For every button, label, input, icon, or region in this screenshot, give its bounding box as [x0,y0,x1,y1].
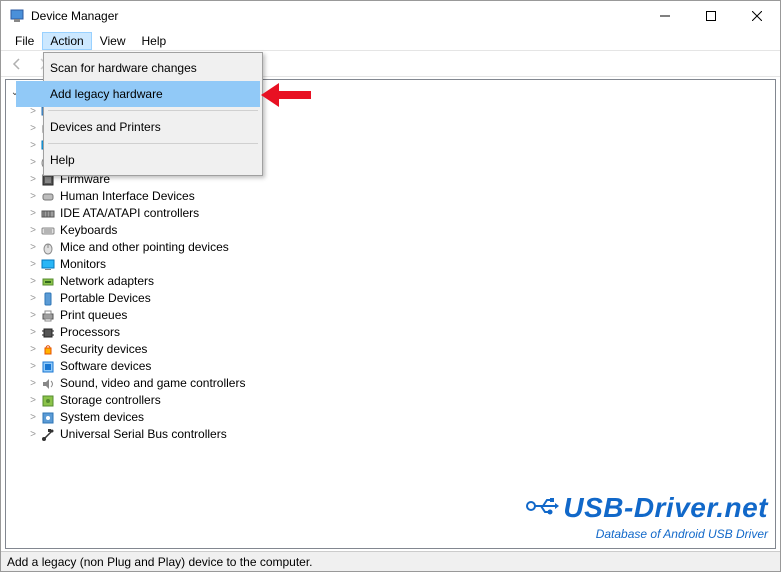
annotation-arrow [261,83,311,112]
menu-add-legacy-hardware[interactable]: Add legacy hardware [16,81,260,107]
caret-right-icon: > [28,239,38,256]
caret-right-icon: > [28,205,38,222]
tree-node-label: Storage controllers [60,392,161,409]
statusbar: Add a legacy (non Plug and Play) device … [1,551,780,571]
tree-node[interactable]: > Processors [10,324,771,341]
tree-node[interactable]: > Keyboards [10,222,771,239]
close-button[interactable] [734,1,780,31]
storage-icon [40,393,56,409]
tree-node-label: Universal Serial Bus controllers [60,426,227,443]
tree-node-label: Human Interface Devices [60,188,195,205]
tree-node[interactable]: > IDE ATA/ATAPI controllers [10,205,771,222]
tree-node-label: Processors [60,324,120,341]
printer-icon [40,308,56,324]
keyboard-icon [40,223,56,239]
titlebar: Device Manager [1,1,780,31]
caret-right-icon: > [28,256,38,273]
tree-node-label: Network adapters [60,273,154,290]
caret-right-icon: > [28,375,38,392]
caret-right-icon: > [28,341,38,358]
tree-node-label: System devices [60,409,144,426]
network-icon [40,274,56,290]
tree-node[interactable]: > Print queues [10,307,771,324]
tree-node-label: Keyboards [60,222,117,239]
monitor-icon [40,257,56,273]
tree-node[interactable]: > System devices [10,409,771,426]
caret-right-icon: > [28,409,38,426]
tree-node[interactable]: > Monitors [10,256,771,273]
caret-right-icon: > [28,222,38,239]
tree-node-label: Security devices [60,341,147,358]
caret-right-icon: > [28,426,38,443]
caret-right-icon: > [28,307,38,324]
caret-right-icon: > [28,290,38,307]
software-icon [40,359,56,375]
caret-right-icon: > [28,171,38,188]
tree-node-label: Sound, video and game controllers [60,375,245,392]
window-title: Device Manager [31,9,642,23]
menu-scan-hardware[interactable]: Scan for hardware changes [16,55,260,81]
action-menu-dropdown: Scan for hardware changes Add legacy har… [43,52,263,176]
portable-icon [40,291,56,307]
menu-separator [48,110,258,111]
menubar: File Action View Help [1,31,780,51]
system-icon [40,410,56,426]
menu-help-item[interactable]: Help [16,147,260,173]
menu-view[interactable]: View [92,32,134,50]
sound-icon [40,376,56,392]
tree-node[interactable]: > Storage controllers [10,392,771,409]
cpu-icon [40,325,56,341]
tree-node[interactable]: > Human Interface Devices [10,188,771,205]
tree-node[interactable]: > Software devices [10,358,771,375]
ide-icon [40,206,56,222]
tree-node-label: Software devices [60,358,151,375]
usb-icon [40,427,56,443]
menu-help[interactable]: Help [134,32,175,50]
tree-node-label: Mice and other pointing devices [60,239,229,256]
menu-action[interactable]: Action [42,32,91,50]
tree-node[interactable]: > Mice and other pointing devices [10,239,771,256]
statusbar-text: Add a legacy (non Plug and Play) device … [7,555,313,569]
maximize-button[interactable] [688,1,734,31]
tree-node-label: Portable Devices [60,290,151,307]
caret-right-icon: > [28,358,38,375]
caret-right-icon: > [28,324,38,341]
caret-right-icon: > [28,273,38,290]
mouse-icon [40,240,56,256]
tree-node[interactable]: > Portable Devices [10,290,771,307]
minimize-button[interactable] [642,1,688,31]
menu-devices-printers[interactable]: Devices and Printers [16,114,260,140]
security-icon [40,342,56,358]
tree-node[interactable]: > Security devices [10,341,771,358]
tree-node-label: Monitors [60,256,106,273]
tree-node[interactable]: > Universal Serial Bus controllers [10,426,771,443]
hid-icon [40,189,56,205]
tree-node-label: Print queues [60,307,127,324]
tree-node-label: IDE ATA/ATAPI controllers [60,205,199,222]
tree-node[interactable]: > Network adapters [10,273,771,290]
app-icon [9,8,25,24]
caret-right-icon: > [28,188,38,205]
tree-node[interactable]: > Sound, video and game controllers [10,375,771,392]
menu-file[interactable]: File [7,32,42,50]
menu-separator [48,143,258,144]
caret-right-icon: > [28,392,38,409]
